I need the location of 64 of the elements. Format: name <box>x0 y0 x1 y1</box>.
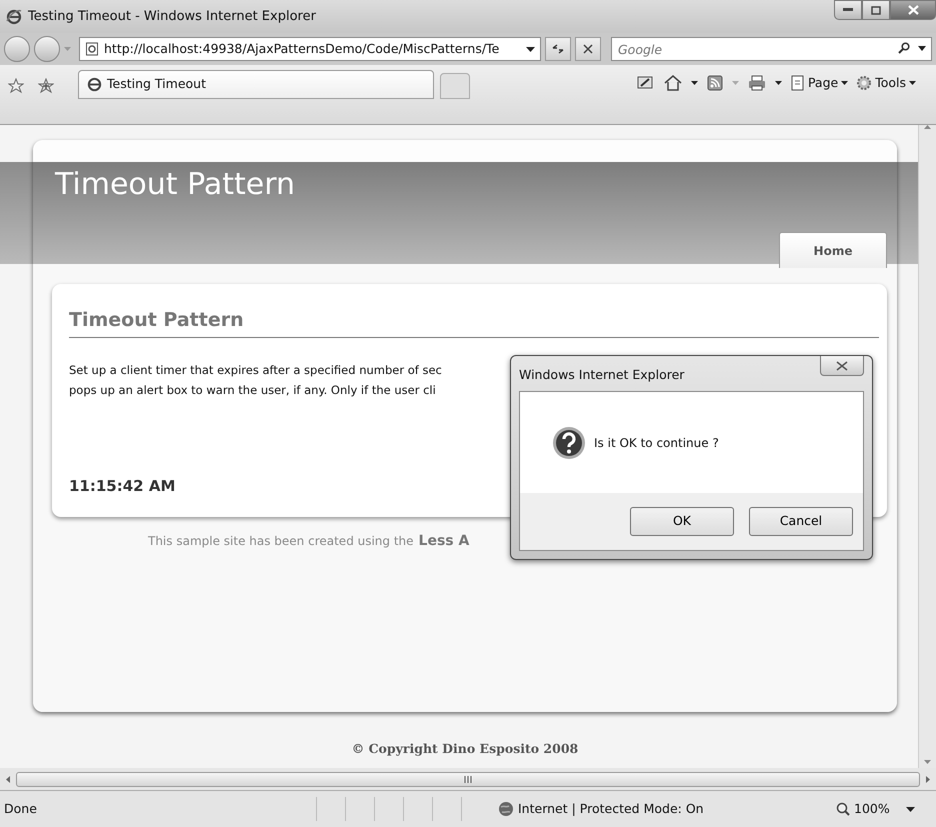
browser-logo-icon <box>6 8 22 24</box>
dropdown-arrow-icon <box>909 81 916 86</box>
printer-icon[interactable] <box>748 75 766 92</box>
scroll-right-icon[interactable] <box>926 776 930 782</box>
stop-button[interactable] <box>575 37 601 61</box>
dropdown-arrow-icon[interactable] <box>906 806 915 812</box>
maximize-button[interactable] <box>862 0 890 20</box>
gear-icon <box>856 75 872 92</box>
command-menu[interactable]: Page <box>790 74 848 93</box>
browser-tab[interactable]: Testing Timeout <box>78 70 434 99</box>
minimize-button[interactable] <box>834 0 862 20</box>
credit-link[interactable]: Less A <box>418 531 470 552</box>
scroll-down-icon[interactable] <box>924 760 931 764</box>
page-menu-icon <box>790 75 805 92</box>
search-field[interactable]: Google <box>611 37 932 61</box>
site-title: Timeout Pattern <box>54 170 296 200</box>
command-menu[interactable]: Tools <box>856 74 916 93</box>
stop-icon <box>583 44 593 54</box>
dialog-message: Is it OK to continue ? <box>594 434 719 452</box>
dialog-button[interactable]: Cancel <box>749 507 853 536</box>
search-icon[interactable] <box>898 42 910 54</box>
dropdown-arrow-icon[interactable] <box>918 46 926 50</box>
clock-time: 11:15:42 AM <box>69 476 176 496</box>
forward-button[interactable] <box>34 36 60 62</box>
add-favorite-icon[interactable] <box>38 78 54 94</box>
status-text: Done <box>4 800 38 818</box>
close-icon <box>836 360 848 370</box>
browser-logo-icon <box>87 77 102 92</box>
description-line: Set up a client timer that expires after a specified number of sec <box>69 362 442 378</box>
description-line: pops up an alert box to warn the user, if any. Only if the user cli <box>69 382 436 398</box>
refresh-icon <box>551 43 565 55</box>
copyright-text: © Copyright Dino Esposito 2008 <box>352 741 578 756</box>
page-icon <box>85 42 99 56</box>
question-icon <box>552 426 586 460</box>
globe-icon <box>498 801 514 817</box>
close-icon <box>908 5 918 15</box>
security-zone-text: Internet | Protected Mode: On <box>518 800 705 818</box>
window-title: Testing Timeout - Windows Internet Explorer <box>28 8 316 26</box>
zoom-icon[interactable] <box>836 802 850 816</box>
dropdown-arrow-icon <box>526 46 535 52</box>
scroll-left-icon[interactable] <box>6 776 10 782</box>
refresh-button[interactable] <box>545 37 571 61</box>
back-button[interactable] <box>4 36 30 62</box>
dropdown-arrow-icon[interactable] <box>690 81 698 86</box>
maximize-icon <box>871 6 881 14</box>
home-icon[interactable] <box>664 75 682 92</box>
dialog-title: Windows Internet Explorer <box>519 366 684 384</box>
minimize-icon <box>843 8 853 12</box>
scrollbar-thumb[interactable] <box>16 772 920 786</box>
section-heading: Timeout Pattern <box>69 306 879 338</box>
grip-icon <box>464 776 472 782</box>
vertical-scrollbar[interactable] <box>918 125 936 768</box>
dropdown-arrow-icon <box>64 47 71 51</box>
favorites-star-icon[interactable] <box>8 78 24 94</box>
zoom-level[interactable]: 100% <box>854 800 890 818</box>
dialog-close-button[interactable] <box>820 356 864 376</box>
dialog-button[interactable]: OK <box>630 507 734 536</box>
dropdown-arrow-icon[interactable] <box>774 81 782 86</box>
dropdown-arrow-icon <box>841 81 848 86</box>
nav-tab[interactable]: Home <box>779 232 887 268</box>
close-button[interactable] <box>890 0 936 20</box>
rss-feed-icon[interactable] <box>706 75 723 92</box>
address-field[interactable]: http://localhost:49938/AjaxPatternsDemo/Code/MiscPatterns/Te <box>79 37 541 61</box>
credit-text: This sample site has been created using the <box>148 533 414 550</box>
